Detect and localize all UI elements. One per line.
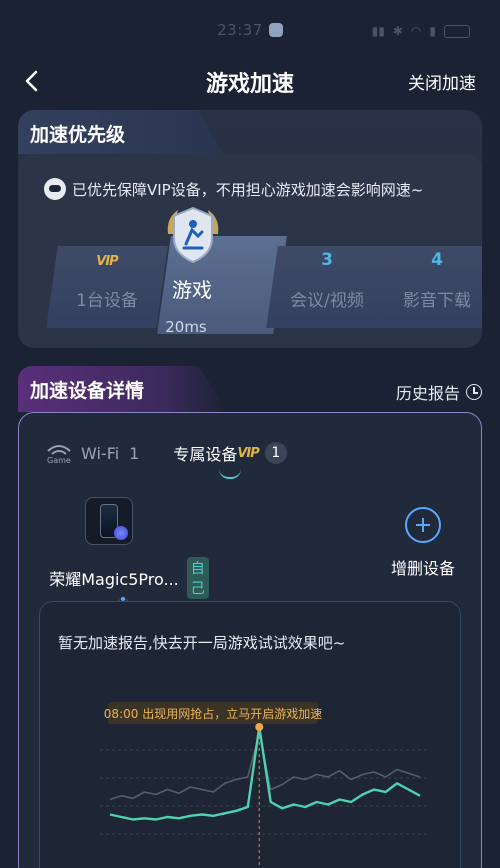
vip-icon: VIP bbox=[237, 445, 259, 461]
priority-body: 已优先保障VIP设备，不用担心游戏加速会影响网速~ VIP 1台设备 3 会议/… bbox=[18, 154, 482, 348]
priority-notice-text: 已优先保障VIP设备，不用担心游戏加速会影响网速~ bbox=[72, 180, 424, 199]
game-priority-emblem-icon bbox=[167, 206, 219, 264]
tab-wifi-count: 1 bbox=[129, 443, 140, 463]
game-latency: 20ms bbox=[165, 318, 207, 336]
details-header: 加速设备详情 历史报告 bbox=[18, 366, 482, 412]
device-item[interactable]: 荣耀Magic5Pro... 自己 bbox=[39, 497, 209, 599]
details-section-title: 加速设备详情 bbox=[30, 380, 145, 402]
level-meeting-label: 会议/视频 bbox=[290, 291, 364, 311]
level-game-label[interactable]: 游戏 bbox=[136, 274, 248, 303]
level-media[interactable]: 4 影音下载 bbox=[382, 236, 482, 311]
tab-exclusive-label: 专属设备 bbox=[173, 445, 238, 464]
priority-tab-header: 加速优先级 bbox=[18, 110, 223, 154]
nav-bar: 游戏加速 关闭加速 bbox=[0, 60, 500, 102]
wifi-status-icon: ◠ bbox=[410, 24, 422, 38]
signal-icon: ▮▮ bbox=[371, 24, 385, 38]
priority-notice: 已优先保障VIP设备，不用担心游戏加速会影响网速~ bbox=[44, 178, 423, 200]
report-empty-text: 暂无加速报告,快去开一局游戏试试效果吧~ bbox=[58, 634, 346, 652]
history-clock-icon bbox=[466, 384, 482, 400]
plus-circle-icon bbox=[405, 507, 441, 543]
level-media-label: 影音下载 bbox=[403, 291, 471, 311]
history-report-button[interactable]: 历史报告 bbox=[396, 380, 482, 404]
robot-icon bbox=[44, 178, 66, 200]
tab-wifi[interactable]: Game Wi-Fi 1 bbox=[45, 442, 140, 465]
status-indicators: ▮▮ ✱ ◠ ▮ bbox=[372, 24, 470, 38]
device-name: 荣耀Magic5Pro... bbox=[49, 570, 179, 589]
report-panel: 暂无加速报告,快去开一局游戏试试效果吧~ 08:00 出现用网抢占，立马开启游戏… bbox=[39, 601, 461, 868]
priority-levels: VIP 1台设备 3 会议/视频 4 影音下载 bbox=[32, 236, 482, 334]
level-media-num: 4 bbox=[431, 250, 443, 270]
active-tab-indicator bbox=[219, 469, 241, 479]
chart-callout-text: 08:00 出现用网抢占，立马开启游戏加速 bbox=[104, 706, 322, 721]
phone-icon bbox=[85, 497, 133, 545]
chart-highlight-point bbox=[255, 723, 264, 731]
bluetooth-icon: ✱ bbox=[392, 24, 403, 38]
level-meeting[interactable]: 3 会议/视频 bbox=[272, 236, 382, 311]
tab-wifi-label: Wi-Fi bbox=[81, 443, 120, 463]
speed-chart: 08:00 出现用网抢占，立马开启游戏加速 bbox=[100, 702, 430, 868]
close-acceleration-button[interactable]: 关闭加速 bbox=[408, 69, 476, 94]
details-card: Game Wi-Fi 1 专属设备 VIP 1 荣耀Magic5Pro... 自… bbox=[18, 412, 482, 868]
priority-section-title: 加速优先级 bbox=[30, 124, 126, 146]
tab-exclusive-count: 1 bbox=[264, 442, 287, 464]
battery-icon bbox=[444, 24, 470, 38]
svg-text:Game: Game bbox=[47, 456, 71, 464]
self-tag: 自己 bbox=[186, 557, 209, 599]
add-remove-device-label: 增删设备 bbox=[390, 559, 455, 578]
device-tabs: Game Wi-Fi 1 专属设备 VIP 1 bbox=[45, 441, 287, 465]
add-remove-device-button[interactable]: 增删设备 bbox=[383, 507, 463, 579]
tab-exclusive-device[interactable]: 专属设备 VIP 1 bbox=[173, 441, 287, 465]
game-wifi-icon: Game bbox=[47, 445, 71, 464]
priority-card: 加速优先级 已优先保障VIP设备，不用担心游戏加速会影响网速~ VIP 1台设备… bbox=[18, 110, 482, 348]
sim-icon: ▮ bbox=[429, 24, 436, 38]
details-tab-header: 加速设备详情 bbox=[18, 366, 228, 412]
level-meeting-num: 3 bbox=[321, 250, 333, 270]
vip-icon: VIP bbox=[96, 254, 118, 269]
status-time: 23:37 bbox=[217, 21, 263, 39]
notification-icon bbox=[268, 23, 283, 37]
history-report-label: 历史报告 bbox=[395, 384, 460, 403]
